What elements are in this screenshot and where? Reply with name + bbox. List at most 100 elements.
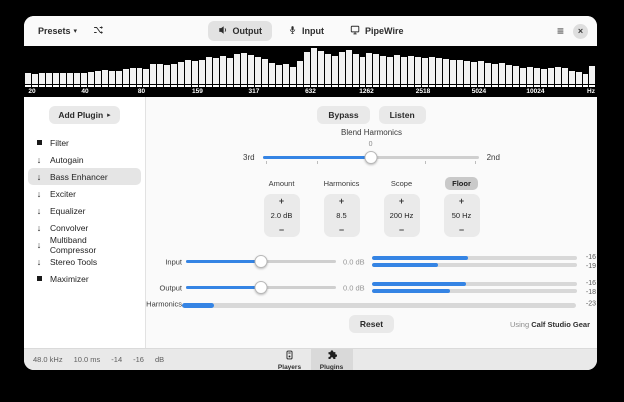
decrement-button[interactable]: − [264,223,300,237]
sidebar-item-autogain[interactable]: ↓Autogain [28,151,141,168]
harmonics-level-meter [182,303,576,308]
spinner-value[interactable]: 50 Hz [444,208,480,223]
sidebar-item-stereo-tools[interactable]: ↓Stereo Tools [28,253,141,270]
axis-label: 5024 [472,88,486,95]
spectrum-bar [178,62,184,84]
spectrum-bar [241,53,247,84]
spectrum-bar [234,54,240,84]
chevron-right-icon: ▸ [107,111,111,119]
floor-toggle-button[interactable]: Floor [445,177,478,190]
spectrum-tick [401,85,407,87]
increment-button[interactable]: + [444,194,480,208]
spectrum-bar [464,61,470,84]
spectrum-bar [346,50,352,84]
spectrum-tick [192,85,198,87]
spinner-box: +200 Hz− [384,194,420,237]
status-bar: 48.0 kHz10.0 ms-14-16dB PlayersPlugins [24,348,597,370]
spectrum-tick [88,85,94,87]
header-bar: Presets ▾ OutputInput PipeWire ≡ × [24,16,597,46]
slider-fill [186,286,261,289]
spectrum-tick [234,85,240,87]
spinner-value[interactable]: 8.5 [324,208,360,223]
spectrum-tick [534,85,540,87]
bottom-tab-players[interactable]: Players [269,349,311,370]
sidebar-item-convolver[interactable]: ↓Convolver [28,219,141,236]
plugin-list: Filter↓Autogain↓Bass Enhancer↓Exciter↓Eq… [24,134,145,287]
reset-button[interactable]: Reset [349,315,394,333]
spectrum-bar [353,54,359,84]
spinner-value[interactable]: 2.0 dB [264,208,300,223]
spectrum-bar [443,59,449,84]
status-values: 48.0 kHz10.0 ms-14-16dB [33,355,164,364]
decrement-button[interactable]: − [444,223,480,237]
sidebar-item-filter[interactable]: Filter [28,134,141,151]
spectrum-bar [53,73,59,84]
close-icon[interactable]: × [573,24,588,39]
sidebar-item-exciter[interactable]: ↓Exciter [28,185,141,202]
status-value: 10.0 ms [74,355,101,364]
presets-button[interactable]: Presets ▾ [34,23,81,39]
bypass-button[interactable]: Bypass [317,106,369,124]
slider-tick [475,161,476,164]
increment-button[interactable]: + [384,194,420,208]
blend-harmonics-slider[interactable]: 0 [263,151,479,164]
spectrum-bar [408,56,414,84]
spectrum-tick [360,85,366,87]
spectrum-tick [102,85,108,87]
increment-button[interactable]: + [324,194,360,208]
spectrum-tick [60,85,66,87]
spectrum-tick [443,85,449,87]
spectrum-tick [353,85,359,87]
blend-harmonics-label: Blend Harmonics [146,128,597,137]
spectrum-bar [290,67,296,84]
parameter-spinners: Amount+2.0 dB−Harmonics+8.5−Scope+200 Hz… [146,177,597,237]
spectrum-tick [492,85,498,87]
bottom-tab-plugins[interactable]: Plugins [311,349,353,370]
sidebar-item-multiband-compressor[interactable]: ↓Multiband Compressor [28,236,141,253]
increment-button[interactable]: + [264,194,300,208]
decrement-button[interactable]: − [384,223,420,237]
tab-output[interactable]: Output [208,21,273,41]
input-gain-slider[interactable] [186,255,336,268]
tab-input[interactable]: Input [278,21,334,41]
spectrum-tick [123,85,129,87]
listen-button[interactable]: Listen [379,106,426,124]
spectrum-tick [548,85,554,87]
spectrum-bar [157,64,163,84]
slider-handle[interactable] [364,151,377,164]
menu-icon[interactable]: ≡ [557,25,564,37]
spectrum-bar [311,48,317,84]
spectrum-tick [248,85,254,87]
spectrum-bar [527,67,533,84]
add-plugin-button[interactable]: Add Plugin ▸ [49,106,119,124]
spectrum-tick [332,85,338,87]
spinner-floor: Floor +50 Hz− [444,177,480,237]
spectrum-tick [53,85,59,87]
sidebar-item-equalizer[interactable]: ↓Equalizer [28,202,141,219]
output-gain-slider[interactable] [186,281,336,294]
level-meters [372,282,577,296]
spectrum-tick [262,85,268,87]
slider-handle[interactable] [255,255,268,268]
spectrum-bar [206,57,212,84]
sidebar-item-bass-enhancer[interactable]: ↓Bass Enhancer [28,168,141,185]
axis-label: 317 [249,88,260,95]
plugin-sidebar: Add Plugin ▸ Filter↓Autogain↓Bass Enhanc… [24,97,146,348]
spectrum-bar [137,68,143,84]
spectrum-tick [583,85,589,87]
spectrum-tick [373,85,379,87]
tab-pipewire[interactable]: PipeWire [340,21,413,41]
panel-actions: Bypass Listen [146,106,597,124]
spinner-value[interactable]: 200 Hz [384,208,420,223]
spectrum-bar [150,64,156,84]
spectrum-bar [95,71,101,84]
sidebar-item-maximizer[interactable]: Maximizer [28,270,141,287]
slider-tick [425,161,426,164]
decrement-button[interactable]: − [324,223,360,237]
spectrum-bar [380,56,386,84]
slider-handle[interactable] [255,281,268,294]
shuffle-button[interactable] [89,22,108,40]
spectrum-bar [394,55,400,84]
device-tabs: OutputInput PipeWire [208,16,414,46]
spectrum-bar [123,69,129,84]
